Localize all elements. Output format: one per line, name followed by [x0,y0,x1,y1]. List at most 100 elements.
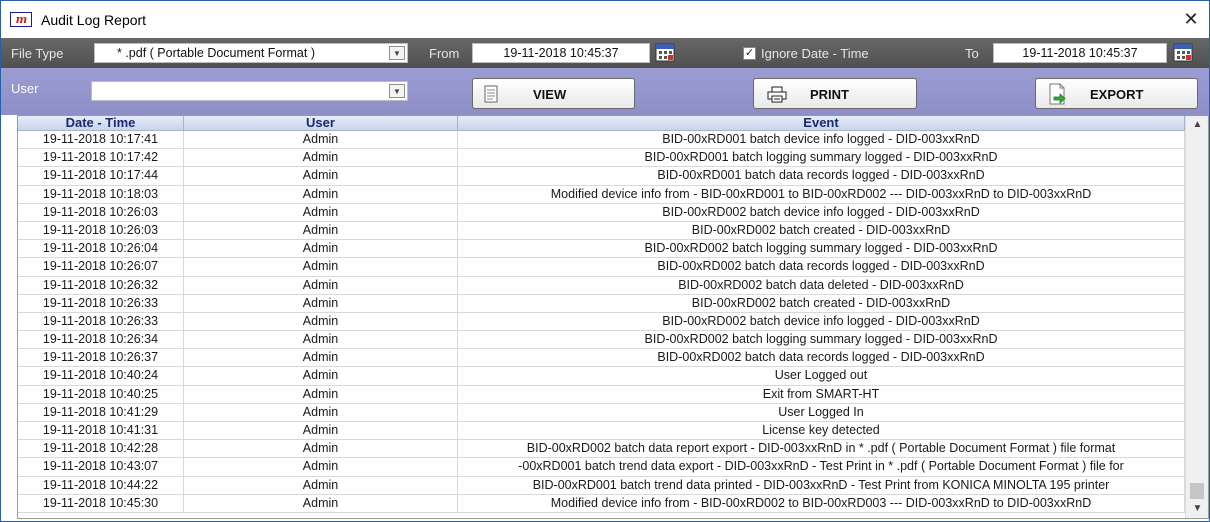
scroll-down-icon[interactable]: ▼ [1186,500,1208,517]
cell-event: Modified device info from - BID-00xRD001… [458,185,1185,203]
cell-user: Admin [184,403,458,421]
cell-date-time: 19-11-2018 10:42:28 [18,440,184,458]
file-type-select[interactable]: * .pdf ( Portable Document Format ) ▼ [94,43,408,63]
table-row[interactable]: 19-11-2018 10:42:28 Admin BID-00xRD002 bat… [18,440,1185,459]
cell-user: Admin [184,312,458,331]
cell-date-time: 19-11-2018 10:26:32 [18,276,184,294]
table-row[interactable]: 19-11-2018 10:40:25 Admin Exit from SMART-… [18,385,1185,404]
print-button[interactable]: PRINT [753,78,917,109]
from-calendar-icon[interactable] [655,43,675,62]
from-datetime-field[interactable]: 19-11-2018 10:45:37 [472,43,650,63]
table-row[interactable]: 19-11-2018 10:26:33 Admin BID-00xRD002 bat… [18,312,1185,332]
cell-user: Admin [184,203,458,221]
cell-date-time: 19-11-2018 10:41:29 [18,403,184,421]
table-row[interactable]: 19-11-2018 10:18:03 Admin Modified device … [18,185,1185,204]
close-button[interactable]: ✕ [1181,9,1201,29]
chevron-down-icon[interactable]: ▼ [389,84,405,98]
column-header-user[interactable]: User [184,116,458,130]
filter-bar: File Type * .pdf ( Portable Document For… [1,38,1209,68]
window-title: Audit Log Report [41,11,147,28]
export-icon [1049,83,1066,105]
table-row[interactable]: 19-11-2018 10:45:30 Admin Modified device … [18,494,1185,513]
ignore-date-time-checkbox[interactable]: ✓ Ignore Date - Time [743,46,869,61]
view-button-label: VIEW [533,87,567,102]
cell-user: Admin [184,367,458,385]
cell-event: BID-00xRD002 batch data deleted - DID-00… [458,276,1185,294]
cell-user: Admin [184,294,458,312]
table-row[interactable]: 19-11-2018 10:26:03 Admin BID-00xRD002 bat… [18,203,1185,222]
cell-event: Modified device info from - BID-00xRD002… [458,494,1185,512]
to-datetime-value: 19-11-2018 10:45:37 [1022,46,1138,60]
chevron-down-icon[interactable]: ▼ [389,46,405,60]
cell-date-time: 19-11-2018 10:26:37 [18,349,184,367]
scroll-up-icon[interactable]: ▲ [1186,116,1208,133]
from-label: From [429,46,460,61]
cell-date-time: 19-11-2018 10:26:34 [18,331,184,349]
cell-event: BID-00xRD002 batch device info logged - … [458,203,1185,221]
user-action-bar: User ▼ VIEW PRINT EXPORT [1,68,1209,115]
table-row[interactable]: 19-11-2018 10:26:03 Admin BID-00xRD002 bat… [18,221,1185,241]
table-row[interactable]: 19-11-2018 10:41:31 Admin License key dete… [18,422,1185,441]
audit-log-window: m Audit Log Report ✕ File Type * .pdf ( … [0,0,1210,522]
user-select[interactable]: ▼ [91,81,408,101]
table-row[interactable]: 19-11-2018 10:17:41 Admin BID-00xRD001 bat… [18,131,1185,150]
column-header-date-time[interactable]: Date - Time [18,116,184,130]
ignore-date-time-label: Ignore Date - Time [761,46,869,61]
table-row[interactable]: 19-11-2018 10:26:34 Admin BID-00xRD002 bat… [18,331,1185,350]
table-row[interactable]: 19-11-2018 10:17:44 Admin BID-00xRD001 bat… [18,167,1185,186]
cell-date-time: 19-11-2018 10:45:30 [18,494,184,512]
table-row[interactable]: 19-11-2018 10:43:07 Admin -00xRD001 batch … [18,458,1185,477]
document-icon [484,85,498,103]
scroll-thumb[interactable] [1190,483,1204,499]
vertical-scrollbar[interactable]: ▲ ▼ [1185,116,1208,518]
cell-event: User Logged out [458,367,1185,385]
file-type-value: * .pdf ( Portable Document Format ) [117,46,315,60]
check-icon[interactable]: ✓ [743,47,756,60]
cell-user: Admin [184,458,458,476]
cell-user: Admin [184,385,458,403]
title-bar: m Audit Log Report ✕ [1,1,1209,38]
to-label: To [965,46,979,61]
table-row[interactable]: 19-11-2018 10:26:32 Admin BID-00xRD002 bat… [18,276,1185,295]
table-row[interactable]: 19-11-2018 10:26:37 Admin BID-00xRD002 bat… [18,349,1185,368]
table-row[interactable]: 19-11-2018 10:26:33 Admin BID-00xRD002 bat… [18,294,1185,313]
export-button[interactable]: EXPORT [1035,78,1198,109]
to-calendar-icon[interactable] [1173,43,1193,62]
cell-event: BID-00xRD002 batch created - DID-003xxRn… [458,221,1185,240]
cell-user: Admin [184,221,458,240]
cell-user: Admin [184,440,458,458]
table-row[interactable]: 19-11-2018 10:44:22 Admin BID-00xRD001 bat… [18,476,1185,495]
to-datetime-field[interactable]: 19-11-2018 10:45:37 [993,43,1167,63]
cell-date-time: 19-11-2018 10:40:24 [18,367,184,385]
table-row[interactable]: 19-11-2018 10:26:04 Admin BID-00xRD002 bat… [18,240,1185,259]
cell-date-time: 19-11-2018 10:26:03 [18,221,184,240]
cell-date-time: 19-11-2018 10:41:31 [18,422,184,440]
table-row[interactable]: 19-11-2018 10:40:24 Admin User Logged out [18,367,1185,386]
cell-user: Admin [184,167,458,185]
cell-user: Admin [184,185,458,203]
table-body: 19-11-2018 10:17:41 Admin BID-00xRD001 bat… [18,131,1185,513]
printer-icon [767,86,787,103]
from-datetime-value: 19-11-2018 10:45:37 [503,46,619,60]
view-button[interactable]: VIEW [472,78,635,109]
cell-user: Admin [184,149,458,167]
table-row[interactable]: 19-11-2018 10:26:07 Admin BID-00xRD002 bat… [18,258,1185,277]
user-label: User [11,81,39,96]
cell-event: BID-00xRD001 batch trend data printed - … [458,476,1185,494]
cell-event: License key detected [458,422,1185,440]
table-row[interactable]: 19-11-2018 10:17:42 Admin BID-00xRD001 bat… [18,149,1185,168]
cell-event: BID-00xRD002 batch created - DID-003xxRn… [458,294,1185,312]
table-row[interactable]: 19-11-2018 10:41:29 Admin User Logged In [18,403,1185,422]
cell-date-time: 19-11-2018 10:26:04 [18,240,184,258]
cell-event: BID-00xRD002 batch device info logged - … [458,312,1185,331]
cell-event: BID-00xRD002 batch data records logged -… [458,258,1185,276]
cell-user: Admin [184,476,458,494]
audit-log-table[interactable]: Date - Time User Event 19-11-2018 10:17:… [17,115,1209,519]
cell-event: BID-00xRD001 batch device info logged - … [458,131,1185,149]
column-header-event[interactable]: Event [458,116,1185,130]
cell-date-time: 19-11-2018 10:26:33 [18,312,184,331]
cell-user: Admin [184,276,458,294]
print-button-label: PRINT [810,87,849,102]
cell-user: Admin [184,131,458,149]
table-header: Date - Time User Event [18,116,1185,131]
